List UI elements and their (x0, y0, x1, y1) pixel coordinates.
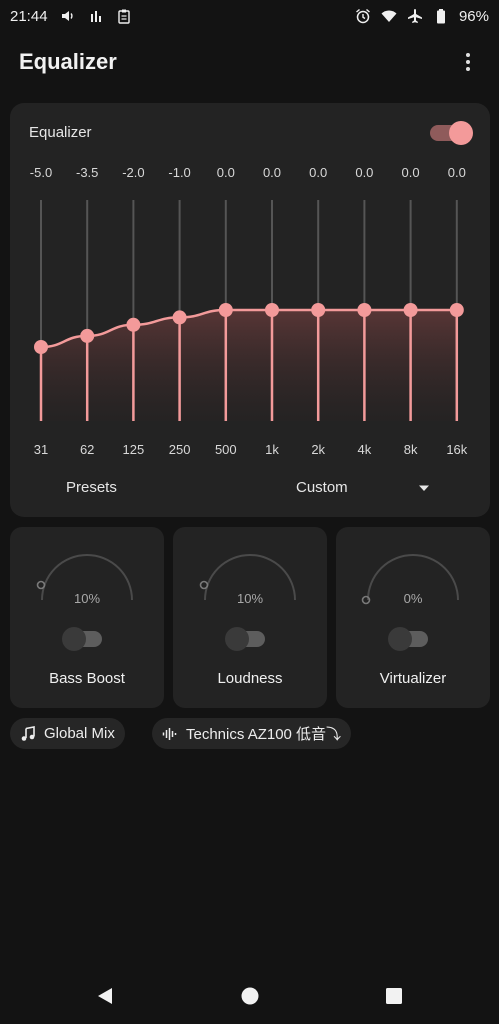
bass-boost-value: 10% (73, 591, 101, 606)
eq-band-handle-8k[interactable] (403, 303, 418, 317)
virtualizer-value: 0% (403, 591, 423, 606)
loudness-label: Loudness (217, 670, 283, 687)
eq-band-handle-1k[interactable] (265, 303, 279, 317)
presets-label: Presets (66, 479, 117, 496)
recents-square-icon[interactable] (384, 986, 404, 1006)
navigation-bar (0, 968, 499, 1024)
eq-freq-label: 4k (357, 442, 372, 457)
eq-band-handle-4k[interactable] (357, 303, 372, 317)
wifi-icon (381, 8, 397, 24)
eq-band-handle-2k[interactable] (311, 303, 326, 317)
waveform-icon (162, 726, 178, 742)
virtualizer-toggle[interactable] (388, 627, 428, 651)
eq-freq-label: 31 (33, 442, 49, 457)
page-title: Equalizer (19, 49, 117, 74)
device-chip[interactable]: Technics AZ100 低音⤵ (152, 718, 352, 749)
eq-freq-label: 125 (122, 442, 145, 457)
equalizer-status-icon (88, 8, 104, 24)
toggle-knob (225, 627, 249, 651)
eq-freq-label: 2k (311, 442, 326, 457)
eq-curve-fill (41, 310, 457, 421)
preset-dropdown-value[interactable]: Custom (296, 479, 348, 496)
toggle-knob (62, 627, 86, 651)
eq-band-handle-31[interactable] (34, 340, 48, 354)
eq-freq-label: 62 (79, 442, 95, 457)
status-time: 21:44 (10, 7, 48, 25)
loudness-card: 10% Loudness (173, 527, 327, 708)
volume-icon (60, 8, 76, 24)
loudness-toggle[interactable] (225, 627, 265, 651)
eq-band-handle-250[interactable] (172, 310, 187, 325)
eq-freq-label: 16k (446, 442, 468, 457)
home-circle-icon[interactable] (240, 986, 260, 1006)
back-triangle-icon[interactable] (95, 986, 115, 1006)
bass-boost-label: Bass Boost (49, 670, 125, 687)
device-label: Technics AZ100 低音⤵ (186, 726, 342, 743)
virtualizer-card: 0% Virtualizer (336, 527, 490, 708)
clipboard-icon (116, 8, 132, 24)
eq-freq-label: 500 (214, 442, 237, 457)
eq-freq-label: 1k (265, 442, 279, 457)
bass-boost-toggle[interactable] (62, 627, 102, 651)
app-bar: Equalizer (0, 36, 499, 88)
global-mix-chip[interactable]: Global Mix (10, 718, 125, 749)
toggle-knob (388, 627, 412, 651)
dropdown-arrow-icon[interactable] (418, 484, 430, 492)
bass-boost-card: 10% Bass Boost (10, 527, 164, 708)
global-mix-label: Global Mix (44, 725, 115, 742)
eq-band-handle-500[interactable] (218, 303, 233, 317)
eq-band-handle-125[interactable] (126, 317, 141, 332)
alarm-icon (355, 8, 371, 24)
more-vert-icon[interactable] (456, 50, 480, 74)
eq-band-handle-16k[interactable] (449, 303, 464, 317)
equalizer-card: Equalizer -5.0 -3.5 -2.0 -1.0 0.0 0.0 0.0 0.0 0.… (10, 103, 490, 517)
eq-freq-label: 250 (168, 442, 191, 457)
music-note-icon (20, 725, 36, 742)
virtualizer-label: Virtualizer (379, 670, 447, 687)
battery-percent: 96% (458, 7, 489, 25)
loudness-value: 10% (236, 591, 264, 606)
eq-freq-label: 8k (403, 442, 418, 457)
eq-band-handle-62[interactable] (80, 328, 95, 343)
status-bar: 21:44 96% (0, 0, 499, 32)
battery-icon (433, 8, 449, 24)
airplane-icon (407, 8, 423, 24)
